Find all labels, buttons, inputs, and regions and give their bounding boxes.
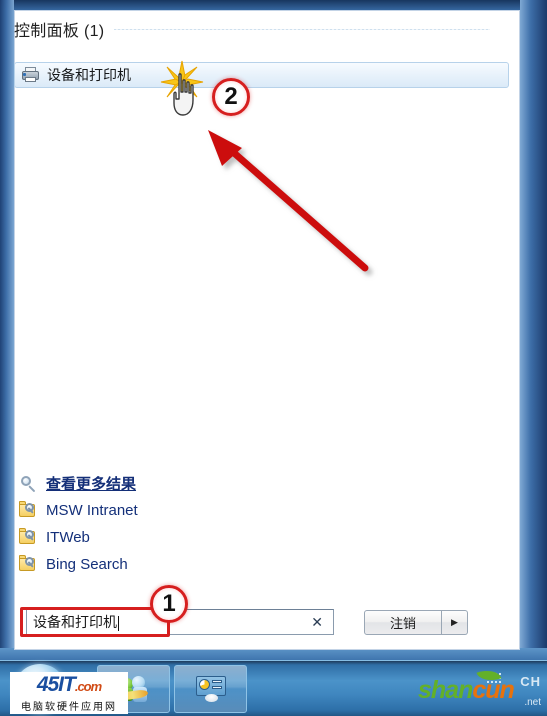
watermark-shancun-net: .net — [524, 697, 541, 708]
folder-search-icon — [18, 500, 40, 521]
search-result-devices-and-printers[interactable]: 设备和打印机 — [14, 62, 509, 88]
magnifier-icon — [18, 474, 40, 494]
screen: 控制面板 (1) 设备和打印机 2 查看更多结果 MSW Intranet IT… — [0, 0, 547, 716]
frame-left-edge — [0, 0, 14, 660]
watermark-45it-title: 45IT.com — [36, 672, 102, 696]
folder-search-icon — [18, 527, 40, 548]
list-item-msw-intranet[interactable]: MSW Intranet — [18, 497, 318, 524]
control-panel-icon — [195, 675, 227, 703]
annotation-badge-1: 1 — [150, 585, 188, 623]
search-result-label: 设备和打印机 — [47, 67, 131, 83]
folder-search-icon — [18, 554, 40, 575]
printer-icon — [21, 66, 41, 84]
list-item-label: MSW Intranet — [46, 502, 138, 519]
result-group-header: 控制面板 (1) — [14, 16, 494, 42]
annotation-arrow — [208, 130, 369, 272]
frame-right-edge — [520, 0, 547, 660]
watermark-shancun: shancun CH .net — [418, 665, 543, 712]
list-item-label: 查看更多结果 — [46, 476, 137, 493]
list-item-see-more-results[interactable]: 查看更多结果 — [18, 470, 318, 497]
group-header-divider — [114, 28, 490, 30]
group-header-label: 控制面板 (1) — [14, 23, 105, 40]
watermark-45it-subtitle: 电脑软硬件应用网 — [21, 701, 117, 713]
list-item-itweb[interactable]: ITWeb — [18, 524, 318, 551]
search-results-list: 查看更多结果 MSW Intranet ITWeb Bing Search — [18, 470, 318, 578]
watermark-45it: 45IT.com 电脑软硬件应用网 — [10, 672, 128, 714]
annotation-rect-search — [20, 607, 170, 637]
logoff-control: 注销 ▶ — [364, 610, 468, 635]
list-item-label: ITWeb — [46, 529, 90, 546]
list-item-bing-search[interactable]: Bing Search — [18, 551, 318, 578]
frame-top-edge — [0, 0, 547, 10]
list-item-label: Bing Search — [46, 556, 128, 573]
logoff-options-arrow-icon[interactable]: ▶ — [442, 610, 468, 635]
watermark-shancun-ch: CH — [520, 674, 541, 689]
logoff-button[interactable]: 注销 — [364, 610, 442, 635]
clear-search-icon[interactable]: ✕ — [305, 615, 329, 629]
taskbar-button-control-panel[interactable] — [174, 665, 247, 713]
